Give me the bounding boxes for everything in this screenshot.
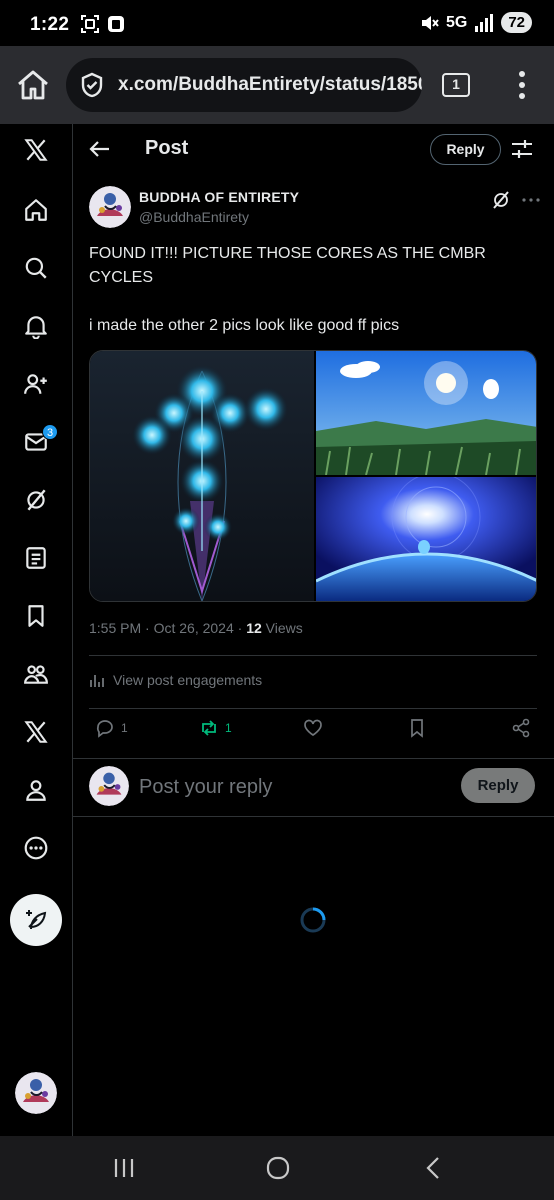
- media-image-landscape[interactable]: [316, 351, 537, 475]
- author-name[interactable]: BUDDHA OF ENTIRETY: [139, 189, 299, 205]
- reply-avatar: [89, 766, 129, 806]
- recent-apps-icon[interactable]: [110, 1154, 138, 1182]
- reply-input[interactable]: [139, 772, 439, 802]
- sidebar-item-home[interactable]: [14, 188, 58, 232]
- heart-icon: [304, 719, 322, 737]
- sliders-icon[interactable]: [509, 136, 535, 162]
- sidebar-item-x-logo[interactable]: [14, 128, 58, 172]
- mute-icon: [421, 15, 439, 30]
- address-bar[interactable]: x.com/BuddhaEntirety/status/185026489: [66, 58, 422, 112]
- share-icon: [512, 718, 530, 738]
- browser-toolbar: x.com/BuddhaEntirety/status/185026489 1: [0, 46, 554, 124]
- account-avatar[interactable]: [15, 1072, 57, 1114]
- post-detail: Post Reply BUDDHA OF ENTIRETY @BuddhaEnt…: [73, 124, 554, 1136]
- engagements-label[interactable]: View post engagements: [113, 672, 262, 688]
- screenshot-icon: [81, 15, 99, 33]
- post-text-line-2: i made the other 2 pics look like good f…: [89, 317, 400, 334]
- system-navigation-bar: [0, 1136, 554, 1200]
- sidebar-item-grok[interactable]: [14, 478, 58, 522]
- sidebar-item-follow[interactable]: [14, 362, 58, 406]
- post-timestamp[interactable]: 1:55 PM · Oct 26, 2024 ·: [89, 620, 246, 636]
- home-circle-icon[interactable]: [264, 1154, 292, 1182]
- view-engagements-link[interactable]: View post engagements: [89, 672, 262, 688]
- home-icon: [25, 199, 47, 221]
- search-icon: [25, 257, 47, 279]
- like-action-button[interactable]: [303, 718, 323, 738]
- divider: [89, 708, 537, 709]
- avatar-image: [89, 186, 131, 228]
- views-label: Views: [261, 620, 303, 636]
- post-header: Post Reply: [73, 124, 554, 174]
- divider: [73, 758, 554, 759]
- repost-count: 1: [225, 721, 232, 735]
- home-icon[interactable]: [14, 66, 52, 104]
- post-actions: 1 1: [73, 718, 554, 748]
- avatar-image: [89, 766, 129, 806]
- sidebar-item-bookmarks[interactable]: [14, 594, 58, 638]
- url-text[interactable]: x.com/BuddhaEntirety/status/185026489: [118, 74, 422, 96]
- reply-header-button[interactable]: Reply: [430, 134, 501, 165]
- grok-icon[interactable]: [491, 190, 511, 210]
- media-image-planet-glow[interactable]: [316, 477, 537, 601]
- more-horizontal-icon[interactable]: [521, 192, 541, 208]
- sidebar-item-communities[interactable]: [14, 652, 58, 696]
- sidebar-item-notifications[interactable]: [14, 304, 58, 348]
- bar-chart-icon: [90, 675, 104, 687]
- repost-icon: [202, 720, 216, 736]
- messages-badge: 3: [42, 424, 58, 440]
- sidebar-nav: 3: [0, 124, 73, 1136]
- sidebar-item-more[interactable]: [14, 826, 58, 870]
- more-vertical-icon[interactable]: [508, 68, 536, 102]
- share-action-button[interactable]: [511, 718, 531, 738]
- post-media-grid: [89, 350, 537, 602]
- battery-level: 72: [501, 12, 532, 33]
- app-notification-icon: [108, 16, 124, 32]
- divider: [73, 816, 554, 817]
- repost-action-button[interactable]: 1: [199, 718, 232, 738]
- add-user-icon: [24, 374, 47, 394]
- reply-count: 1: [121, 721, 128, 735]
- signal-icon: [475, 13, 494, 32]
- x-logo-icon: [24, 721, 48, 743]
- feather-plus-icon: [26, 910, 47, 930]
- network-type: 5G: [445, 13, 468, 31]
- loading-spinner-icon: [300, 907, 326, 933]
- reply-action-button[interactable]: 1: [95, 718, 128, 738]
- user-icon: [26, 780, 46, 801]
- status-time: 1:22: [30, 14, 70, 35]
- bookmark-action-button[interactable]: [407, 718, 427, 738]
- media-image-cosmic-cores[interactable]: [90, 351, 314, 601]
- sidebar-item-explore[interactable]: [14, 246, 58, 290]
- reply-submit-button[interactable]: Reply: [461, 768, 535, 803]
- bookmark-icon: [28, 605, 44, 627]
- post-text: FOUND IT!!! PICTURE THOSE CORES AS THE C…: [89, 242, 539, 362]
- divider: [89, 655, 537, 656]
- x-logo-icon: [24, 139, 48, 161]
- sidebar-item-messages[interactable]: 3: [14, 420, 58, 464]
- compose-post-button[interactable]: [10, 894, 62, 946]
- status-bar: 1:22 5G 72: [0, 0, 554, 46]
- sidebar-item-profile[interactable]: [14, 768, 58, 812]
- avatar-image: [15, 1072, 57, 1114]
- back-chevron-icon[interactable]: [420, 1154, 448, 1182]
- sidebar-item-premium[interactable]: [14, 710, 58, 754]
- post-text-line-1: FOUND IT!!! PICTURE THOSE CORES AS THE C…: [89, 245, 486, 286]
- bell-icon: [25, 316, 47, 339]
- page-title: Post: [145, 137, 189, 159]
- post-meta: 1:55 PM · Oct 26, 2024 · 12 Views: [89, 620, 303, 636]
- author-handle[interactable]: @BuddhaEntirety: [139, 209, 249, 225]
- back-arrow-icon[interactable]: [87, 136, 113, 162]
- list-icon: [26, 547, 46, 569]
- author-avatar[interactable]: [89, 186, 131, 228]
- shield-check-icon[interactable]: [78, 71, 106, 99]
- communities-icon: [24, 665, 48, 684]
- sidebar-item-lists[interactable]: [14, 536, 58, 580]
- grok-icon: [27, 489, 46, 511]
- bookmark-icon: [411, 719, 423, 738]
- more-circle-icon: [24, 836, 48, 860]
- views-count: 12: [246, 620, 262, 636]
- tab-switcher-button[interactable]: 1: [442, 73, 470, 97]
- comment-icon: [96, 720, 113, 738]
